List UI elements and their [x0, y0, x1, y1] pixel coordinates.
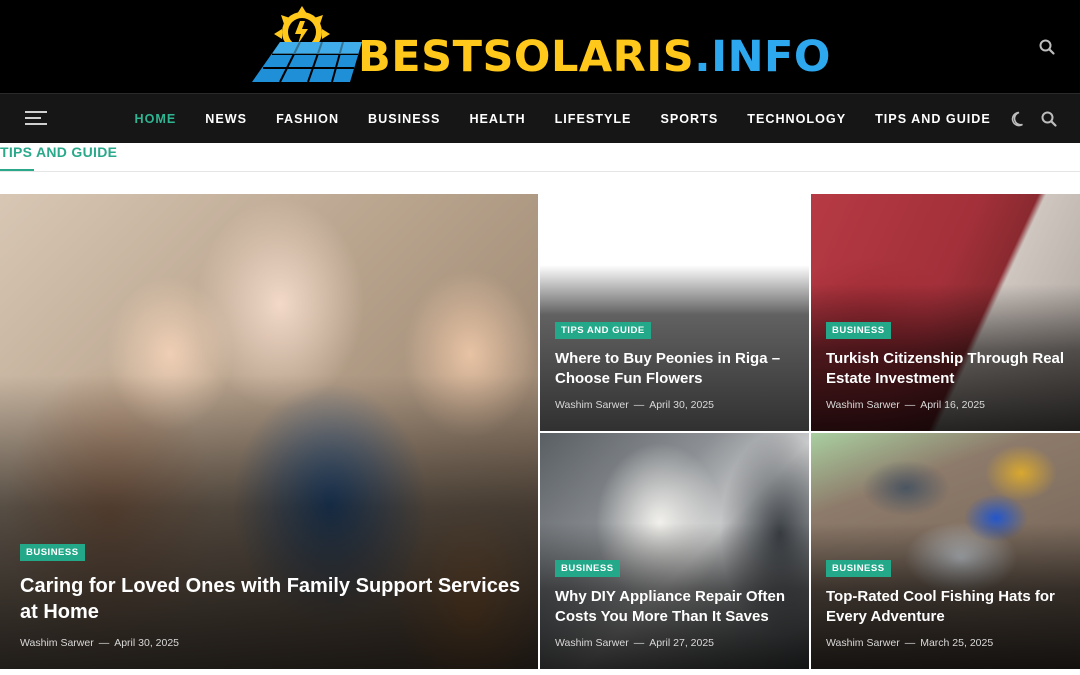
meta-separator: —: [633, 399, 645, 411]
category-badge[interactable]: BUSINESS: [555, 560, 620, 577]
article-title[interactable]: Caring for Loved Ones with Family Suppor…: [20, 573, 526, 625]
nav-item-technology[interactable]: TECHNOLOGY: [733, 112, 861, 126]
article-author[interactable]: Washim Sarwer: [20, 637, 94, 649]
main-navigation: HOME NEWS FASHION BUSINESS HEALTH LIFEST…: [0, 93, 1080, 143]
nav-item-news[interactable]: NEWS: [191, 112, 262, 126]
hamburger-menu-icon[interactable]: [25, 111, 47, 127]
article-meta: Washim Sarwer — April 30, 2025: [20, 637, 526, 649]
logo-wordmark: BESTSOLARIS.INFO: [358, 36, 831, 79]
article-meta: Washim Sarwer — April 16, 2025: [826, 399, 1068, 411]
logo-text-primary: BESTSOLARIS: [358, 32, 695, 82]
nav-menu: HOME NEWS FASHION BUSINESS HEALTH LIFEST…: [120, 94, 1005, 144]
article-card[interactable]: TIPS AND GUIDE Where to Buy Peonies in R…: [540, 194, 809, 431]
meta-separator: —: [904, 637, 916, 649]
article-date: April 30, 2025: [649, 399, 715, 411]
article-content: BUSINESS Turkish Citizenship Through Rea…: [826, 320, 1068, 411]
article-author[interactable]: Washim Sarwer: [826, 399, 900, 411]
section-divider: [0, 171, 1080, 172]
featured-article-card[interactable]: BUSINESS Caring for Loved Ones with Fami…: [0, 194, 538, 669]
article-title[interactable]: Top-Rated Cool Fishing Hats for Every Ad…: [826, 587, 1068, 627]
article-content: BUSINESS Why DIY Appliance Repair Often …: [555, 558, 797, 649]
article-title[interactable]: Where to Buy Peonies in Riga – Choose Fu…: [555, 349, 797, 389]
article-card[interactable]: BUSINESS Top-Rated Cool Fishing Hats for…: [811, 433, 1080, 669]
category-badge[interactable]: BUSINESS: [826, 560, 891, 577]
site-logo[interactable]: BESTSOLARIS.INFO: [250, 6, 835, 88]
logo-text-secondary: .INFO: [694, 32, 831, 82]
article-card[interactable]: BUSINESS Turkish Citizenship Through Rea…: [811, 194, 1080, 431]
meta-separator: —: [633, 637, 645, 649]
article-title[interactable]: Turkish Citizenship Through Real Estate …: [826, 349, 1068, 389]
nav-item-home[interactable]: HOME: [120, 112, 191, 126]
article-meta: Washim Sarwer — April 27, 2025: [555, 637, 797, 649]
article-author[interactable]: Washim Sarwer: [826, 637, 900, 649]
article-author[interactable]: Washim Sarwer: [555, 637, 629, 649]
article-content: TIPS AND GUIDE Where to Buy Peonies in R…: [555, 320, 797, 411]
category-badge[interactable]: BUSINESS: [20, 544, 85, 561]
article-date: March 25, 2025: [920, 637, 994, 649]
search-icon[interactable]: [1040, 110, 1058, 128]
site-header: BESTSOLARIS.INFO: [0, 0, 1080, 93]
solar-panel-logo-icon: [252, 6, 362, 83]
category-badge[interactable]: TIPS AND GUIDE: [555, 322, 651, 339]
article-content: BUSINESS Caring for Loved Ones with Fami…: [20, 542, 526, 649]
article-author[interactable]: Washim Sarwer: [555, 399, 629, 411]
category-badge[interactable]: BUSINESS: [826, 322, 891, 339]
article-date: April 27, 2025: [649, 637, 715, 649]
article-date: April 16, 2025: [920, 399, 986, 411]
nav-item-sports[interactable]: SPORTS: [646, 112, 733, 126]
nav-item-business[interactable]: BUSINESS: [354, 112, 455, 126]
article-card[interactable]: BUSINESS Why DIY Appliance Repair Often …: [540, 433, 809, 669]
article-content: BUSINESS Top-Rated Cool Fishing Hats for…: [826, 558, 1068, 649]
nav-item-tips-and-guide[interactable]: TIPS AND GUIDE: [861, 112, 1006, 126]
meta-separator: —: [904, 399, 916, 411]
moon-icon[interactable]: [1010, 110, 1028, 128]
meta-separator: —: [98, 637, 110, 649]
nav-item-lifestyle[interactable]: LIFESTYLE: [540, 112, 646, 126]
nav-item-fashion[interactable]: FASHION: [262, 112, 354, 126]
nav-item-health[interactable]: HEALTH: [455, 112, 540, 126]
article-date: April 30, 2025: [114, 637, 180, 649]
article-title[interactable]: Why DIY Appliance Repair Often Costs You…: [555, 587, 797, 627]
section-heading[interactable]: TIPS AND GUIDE: [0, 144, 117, 160]
article-meta: Washim Sarwer — March 25, 2025: [826, 637, 1068, 649]
search-icon[interactable]: [1038, 38, 1056, 56]
article-meta: Washim Sarwer — April 30, 2025: [555, 399, 797, 411]
